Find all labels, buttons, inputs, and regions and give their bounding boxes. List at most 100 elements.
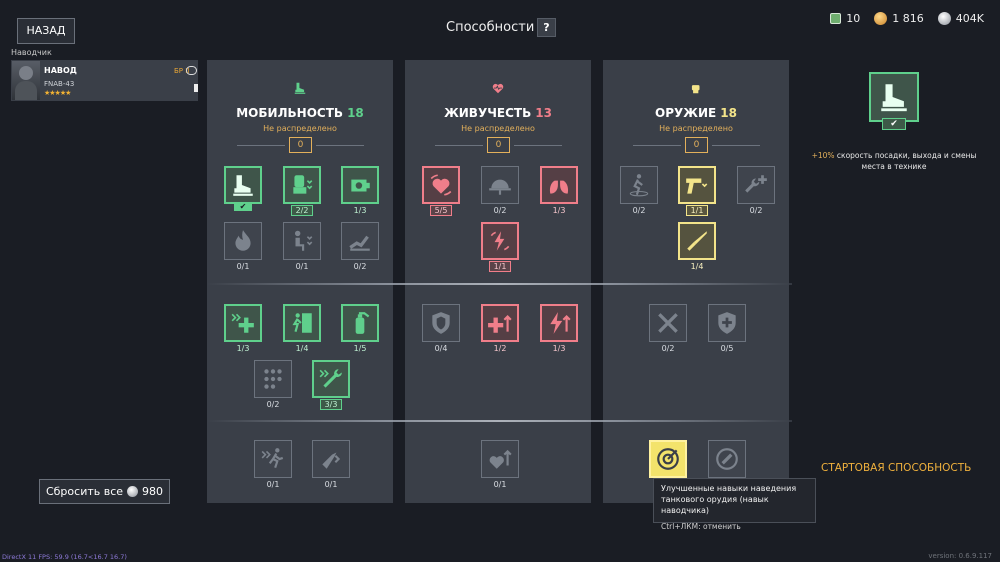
skill-seat-swap[interactable]: 2/2 <box>283 166 321 220</box>
divider-line <box>435 145 483 146</box>
skill-transmission[interactable]: 0/2 <box>254 360 292 414</box>
spring-icon <box>341 222 379 260</box>
skill-level: 0/2 <box>661 344 675 353</box>
skill-level: 1/2 <box>493 344 507 353</box>
currency-bar: 10 1 816 404K <box>830 12 984 25</box>
skill-level: 0/2 <box>493 206 507 215</box>
running-target-icon <box>620 166 658 204</box>
reset-cost: 980 <box>142 485 164 498</box>
boot-icon <box>207 80 393 99</box>
gearbox-icon <box>254 360 292 398</box>
skill-level: 1/5 <box>353 344 367 353</box>
skill-level: 1/4 <box>690 262 704 271</box>
tools-icon <box>649 304 687 342</box>
flame-icon <box>224 222 262 260</box>
skill-helmet[interactable]: 0/2 <box>481 166 519 220</box>
skill-sprint[interactable]: 0/1 <box>254 440 292 494</box>
crew-card[interactable]: НАВОД FNAB-43 ★★★★★ БР II <box>11 60 198 101</box>
skill-stamina[interactable]: 1/3 <box>540 304 578 358</box>
crew-rating-stars: ★★★★★ <box>44 89 71 97</box>
version-label: version: 0.6.9.117 <box>928 552 992 560</box>
skill-level: 1/3 <box>236 344 250 353</box>
skill-level: 0/2 <box>266 400 280 409</box>
skill-level: 0/1 <box>236 262 250 271</box>
wrench-plus-icon <box>737 166 775 204</box>
skill-bonus-value: +10% <box>811 151 835 160</box>
divider-line <box>633 145 681 146</box>
sitting-person-icon <box>283 222 321 260</box>
skill-knife[interactable]: 1/4 <box>678 222 716 276</box>
column-mobility: МОБИЛЬНОСТЬ 18 Не распределено 0 <box>207 60 393 503</box>
skill-max-health[interactable]: 1/2 <box>481 304 519 358</box>
skill-evacuation[interactable]: 1/4 <box>283 304 321 358</box>
shield-plus-icon <box>708 304 746 342</box>
page-title: Способности <box>446 20 535 35</box>
skill-regeneration[interactable]: 0/1 <box>481 440 519 494</box>
premium-currency-icon <box>830 13 842 24</box>
divider-line <box>712 145 760 146</box>
fps-counter: DirectX 11 FPS: 59.9 (16.7<16.7 16.7) <box>2 553 127 561</box>
skill-pistol[interactable]: 1/1 <box>678 166 716 220</box>
column-title: ОРУЖИЕ <box>655 106 717 120</box>
unallocated-counter: 0 <box>685 137 708 153</box>
skill-heart-recovery[interactable]: 5/5 <box>422 166 460 220</box>
gold-coin-icon <box>874 12 888 25</box>
skill-loading[interactable]: 0/1 <box>312 440 350 494</box>
skill-level: 1/1 <box>686 205 708 216</box>
tier-divider-1 <box>207 283 792 285</box>
silver-coin-icon <box>127 486 139 497</box>
skill-level: 0/4 <box>434 344 448 353</box>
skill-level: 1/4 <box>295 344 309 353</box>
skill-lungs[interactable]: 1/3 <box>540 166 578 220</box>
skill-quick-mount[interactable]: ✔ <box>224 166 262 220</box>
column-title: МОБИЛЬНОСТЬ <box>236 106 344 120</box>
shell-icon <box>312 440 350 478</box>
unallocated-label: Не распределено <box>659 124 733 133</box>
skill-suspension[interactable]: 0/2 <box>341 222 379 276</box>
heart-cycle-icon <box>422 166 460 204</box>
skill-level: 0/1 <box>493 480 507 489</box>
skill-fire-resist[interactable]: 0/1 <box>224 222 262 276</box>
tooltip-title: Улучшенные навыки наведения танкового ор… <box>661 484 797 515</box>
tooltip-hint: Ctrl+ЛКМ: отменить <box>661 522 741 531</box>
skill-level: 0/2 <box>632 206 646 215</box>
skill-field-repair[interactable]: 0/2 <box>649 304 687 358</box>
reset-all-button[interactable]: Сбросить все 980 <box>39 479 170 504</box>
skill-level: 0/1 <box>324 480 338 489</box>
active-check-icon: ✔ <box>882 118 906 130</box>
shell-cycle-icon <box>708 440 746 478</box>
skill-level: 0/2 <box>353 262 367 271</box>
skill-tooltip: Улучшенные навыки наведения танкового ор… <box>653 478 816 531</box>
skill-armor-repair[interactable]: 0/5 <box>708 304 746 358</box>
skill-engine[interactable]: 1/3 <box>341 166 379 220</box>
premium-amount: 10 <box>846 12 861 25</box>
skill-adrenaline[interactable]: 1/1 <box>481 222 519 276</box>
skill-level: 0/1 <box>295 262 309 271</box>
fire-extinguisher-icon <box>341 304 379 342</box>
skill-seat-change[interactable]: 0/1 <box>283 222 321 276</box>
fist-icon <box>603 80 789 99</box>
plus-up-icon <box>481 304 519 342</box>
skill-healing-speed[interactable]: 1/3 <box>224 304 262 358</box>
unallocated-label: Не распределено <box>461 124 535 133</box>
skill-repair-speed[interactable]: 3/3 <box>312 360 350 414</box>
skill-armor[interactable]: 0/4 <box>422 304 460 358</box>
avatar <box>12 61 40 100</box>
column-weapons: ОРУЖИЕ 18 Не распределено 0 <box>603 60 789 503</box>
boot-icon <box>881 84 907 112</box>
boot-icon <box>224 166 262 204</box>
skill-level: 0/1 <box>266 480 280 489</box>
skill-level: 1/3 <box>552 206 566 215</box>
plus-arrows-icon <box>224 304 262 342</box>
back-button[interactable]: НАЗАД <box>17 18 75 44</box>
column-title: ЖИВУЧЕСТЬ <box>444 106 532 120</box>
skill-weapon-repair[interactable]: 0/2 <box>737 166 775 220</box>
help-button[interactable]: ? <box>537 18 556 37</box>
tier-divider-2 <box>207 420 792 422</box>
divider-line <box>316 145 364 146</box>
active-check-icon: ✔ <box>234 202 252 211</box>
skill-target-tracking[interactable]: 0/2 <box>620 166 658 220</box>
crew-vehicle: FNAB-43 <box>44 80 75 88</box>
column-points: 18 <box>720 106 737 120</box>
skill-extinguisher[interactable]: 1/5 <box>341 304 379 358</box>
